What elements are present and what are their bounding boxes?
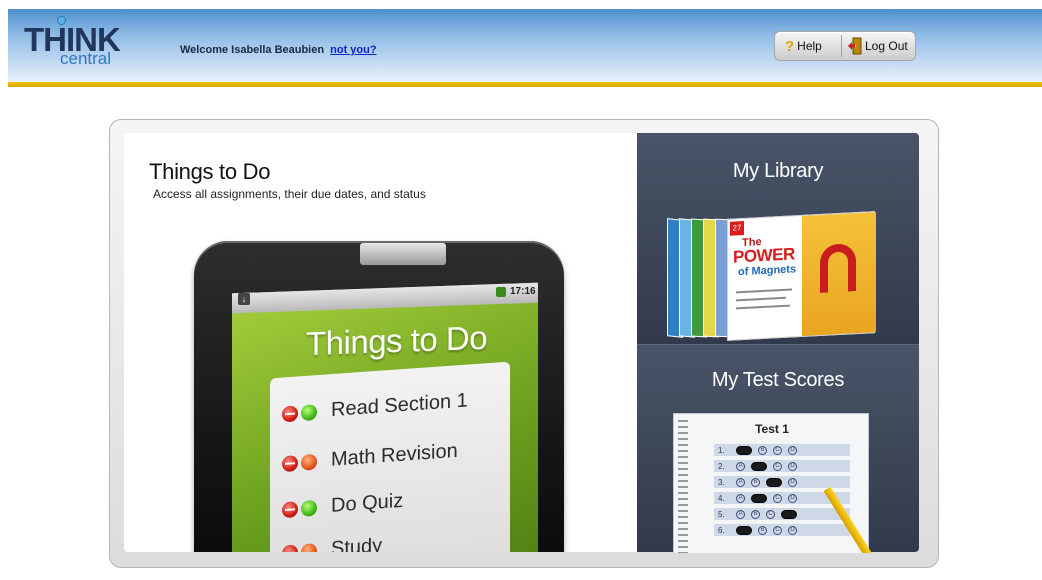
- answer-bubble: D: [788, 477, 797, 487]
- remove-icon: [282, 543, 298, 552]
- answer-row: 6. B C D: [714, 524, 850, 536]
- answer-bubble: C: [773, 493, 782, 503]
- answer-bubble: B: [751, 509, 760, 519]
- answer-row: 1. B C D: [714, 444, 850, 456]
- answer-row-number: 4.: [718, 493, 725, 503]
- question-mark-icon: ?: [785, 37, 795, 55]
- answer-bubble: D: [788, 445, 797, 455]
- test-answer-sheet: Test 1 1. B C D 2. A C D 3. A B D 4. A C D 5. A B C 6. B C D: [673, 413, 869, 553]
- test-sheet-title: Test 1: [755, 422, 789, 436]
- help-button[interactable]: ? Help: [785, 32, 843, 60]
- answer-row: 2. A C D: [714, 460, 850, 472]
- answer-bubble: D: [788, 493, 797, 503]
- filled-bubble: [751, 493, 767, 503]
- battery-icon: [496, 287, 506, 297]
- answer-bubble: A: [736, 509, 745, 519]
- answer-bubble: D: [788, 461, 797, 471]
- my-library-title: My Library: [732, 160, 824, 182]
- answer-bubble: C: [773, 445, 782, 455]
- answer-bubble: C: [773, 461, 782, 471]
- status-green-icon: [301, 499, 317, 517]
- remove-icon: [282, 404, 298, 422]
- help-label: Help: [797, 39, 822, 53]
- phone-screen-title: Things to Do: [306, 318, 488, 363]
- remove-icon: [282, 454, 298, 472]
- phone-illustration: ↓ 17:16 Things to Do Read Section 1 Math…: [124, 133, 637, 552]
- status-orange-icon: [301, 542, 317, 552]
- answer-row-number: 2.: [718, 461, 725, 471]
- think-central-logo[interactable]: THINK central: [24, 16, 121, 68]
- book-badge: 27: [730, 220, 744, 236]
- answer-row: 5. A B C: [714, 508, 850, 520]
- filled-bubble: [766, 477, 782, 487]
- exit-door-icon: [848, 37, 862, 55]
- not-you-link[interactable]: not you?: [330, 44, 376, 56]
- answer-row-number: 5.: [718, 509, 725, 519]
- filled-bubble: [751, 461, 767, 471]
- answer-bubble: C: [773, 525, 782, 535]
- answer-bubble: A: [736, 477, 745, 487]
- answer-bubble: B: [758, 445, 767, 455]
- answer-row-number: 1.: [718, 445, 725, 455]
- welcome-text: Welcome Isabella Beaubien: [180, 44, 325, 56]
- my-library-tile[interactable]: My Library 27 The POWER of Magnets: [637, 133, 919, 344]
- remove-icon: [282, 500, 298, 518]
- horseshoe-magnet-icon: [820, 243, 856, 294]
- answer-bubble: A: [736, 493, 745, 503]
- logout-label: Log Out: [865, 39, 908, 53]
- welcome-message: Welcome Isabella Beaubien not you?: [180, 44, 377, 56]
- answer-bubble: D: [788, 525, 797, 535]
- phone-status-time: 17:16: [510, 286, 536, 297]
- todo-item-label: Study: [331, 534, 383, 552]
- status-green-icon: [301, 403, 317, 421]
- logo-central-text: central: [60, 49, 112, 68]
- phone-clip: [360, 243, 446, 265]
- usb-icon: ↓: [238, 293, 250, 305]
- logout-button[interactable]: Log Out: [847, 32, 915, 60]
- library-books-image: 27 The POWER of Magnets: [667, 211, 887, 345]
- button-divider: [841, 35, 842, 57]
- header-button-group: ? Help Log Out: [774, 31, 916, 61]
- book-text-line: [736, 296, 786, 302]
- answer-row-number: 3.: [718, 477, 725, 487]
- answer-row-number: 6.: [718, 525, 725, 535]
- answer-bubble: A: [736, 461, 745, 471]
- filled-bubble: [736, 525, 752, 535]
- answer-bubble: B: [751, 477, 760, 487]
- answer-bubble: B: [758, 525, 767, 535]
- test-sheet-image: Test 1 1. B C D 2. A C D 3. A B D 4. A C D 5. A B C 6. B C D: [637, 345, 919, 553]
- header-divider: [8, 82, 1042, 87]
- logo-dot-icon: [57, 16, 66, 25]
- answer-bubble: C: [766, 509, 775, 519]
- power-of-magnets-book: 27 The POWER of Magnets: [727, 211, 876, 341]
- book-text-line: [736, 288, 792, 294]
- my-test-scores-tile[interactable]: My Test Scores Test 1 1. B C D 2. A C D 3. A B D 4. A…: [637, 344, 919, 553]
- filled-bubble: [781, 509, 797, 519]
- spiral-binding: [678, 420, 688, 553]
- filled-bubble: [736, 445, 752, 455]
- status-orange-icon: [301, 453, 317, 471]
- book-text-line: [736, 304, 790, 310]
- book-title-line3: of Magnets: [738, 263, 797, 279]
